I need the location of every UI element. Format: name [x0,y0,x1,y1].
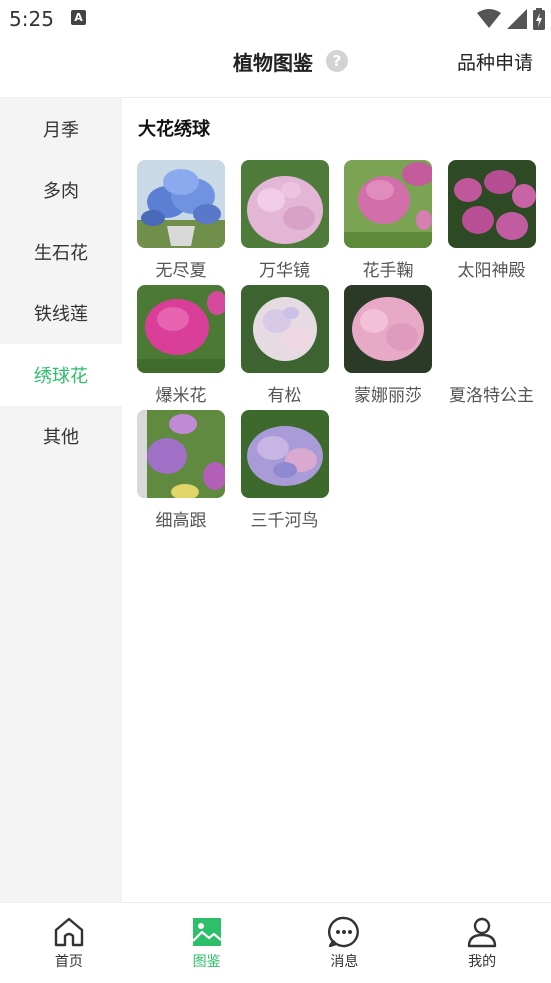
battery-icon [533,8,545,30]
variety-name: 夏洛特公主 [449,386,534,406]
sidebar-item-rose[interactable]: 月季 [0,98,122,160]
message-icon [328,916,360,948]
variety-photo [344,285,432,373]
variety-name: 爆米花 [155,386,207,406]
profile-icon [467,917,497,948]
variety-photo [240,285,329,373]
nav-home[interactable]: 首页 [0,903,138,983]
nav-home-label: 首页 [54,954,83,970]
variety-card[interactable]: 太阳神殿 [447,160,551,285]
variety-name: 花手鞠 [362,261,414,281]
picture-icon [191,918,222,946]
variety-card[interactable]: 有松 [240,285,345,410]
variety-photo [137,410,225,498]
header: 植物图鉴 ? 品种申请 [0,38,551,98]
sidebar-item-other[interactable]: 其他 [0,406,122,468]
nav-guide[interactable]: 图鉴 [138,903,276,983]
help-icon[interactable]: ? [326,50,348,72]
variety-card[interactable]: 花手鞠 [344,160,448,285]
variety-name: 蒙娜丽莎 [354,386,422,406]
variety-card[interactable]: 万华镜 [240,160,345,285]
wifi-icon [477,9,501,28]
nav-guide-label: 图鉴 [192,954,221,970]
home-icon [54,917,84,947]
nav-profile-label: 我的 [468,954,497,970]
variety-card[interactable]: 爆米花 [137,285,241,410]
sidebar-item-hydrangea[interactable]: 绣球花 [0,344,122,406]
signal-icon [507,9,527,29]
variety-photo [447,160,536,248]
variety-name: 有松 [267,386,302,406]
variety-apply-button[interactable]: 品种申请 [457,48,533,75]
variety-card[interactable]: 三千河鸟 [240,410,345,535]
variety-photo [240,160,329,248]
bottom-nav: 首页 图鉴 消息 我的 [0,902,551,983]
variety-card[interactable]: 夏洛特公主 [448,285,551,410]
variety-name: 太阳神殿 [457,261,526,281]
status-time: 5:25 [9,7,54,31]
section-title: 大花绣球 [138,119,210,140]
variety-name: 细高跟 [155,511,207,531]
status-bar: 5:25 A [0,0,551,38]
nav-messages-label: 消息 [330,954,359,970]
variety-card[interactable]: 无尽夏 [137,160,241,285]
status-icons [477,8,545,30]
variety-photo-empty [448,285,536,373]
variety-photo [344,160,432,248]
sidebar-item-clematis[interactable]: 铁线莲 [0,283,122,345]
sidebar-item-lithops[interactable]: 生石花 [0,221,122,283]
variety-content: 大花绣球 无尽夏 万华镜 花手鞠 太阳神殿 爆米花 有松 蒙娜丽莎 夏洛特公主 … [122,98,551,902]
nav-profile[interactable]: 我的 [413,903,551,983]
variety-photo [137,285,225,373]
variety-card[interactable]: 蒙娜丽莎 [344,285,448,410]
page-title: 植物图鉴 [233,51,313,75]
variety-grid: 无尽夏 万华镜 花手鞠 太阳神殿 爆米花 有松 蒙娜丽莎 夏洛特公主 细高跟 三… [137,160,551,535]
variety-card[interactable]: 细高跟 [137,410,241,535]
variety-name: 无尽夏 [155,261,207,281]
sidebar-item-succulent[interactable]: 多肉 [0,160,122,222]
variety-name: 万华镜 [259,261,310,281]
variety-photo [137,160,225,248]
variety-name: 三千河鸟 [250,511,319,531]
notification-icon: A [71,10,86,25]
nav-messages[interactable]: 消息 [276,903,414,983]
category-sidebar: 月季 多肉 生石花 铁线莲 绣球花 其他 [0,98,122,902]
variety-photo [240,410,329,498]
